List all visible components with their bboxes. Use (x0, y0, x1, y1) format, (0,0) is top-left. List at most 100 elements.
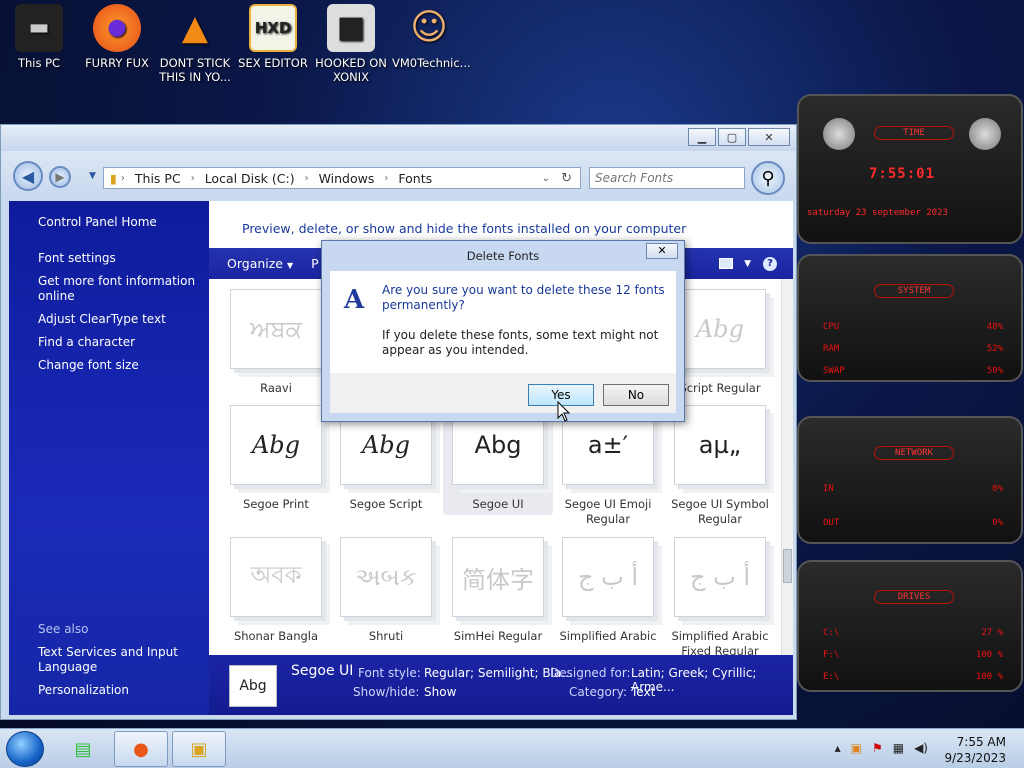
view-options-icon[interactable] (719, 258, 733, 269)
mouse-cursor-icon (557, 401, 571, 422)
breadcrumb-this-pc[interactable]: This PC (125, 171, 191, 186)
desktop-icon-this-pc[interactable]: ▬ This PC (2, 4, 76, 70)
sidebar-personalization[interactable]: Personalization (38, 683, 203, 698)
start-button[interactable] (6, 731, 44, 767)
sidebar-control-panel-home[interactable]: Control Panel Home (38, 215, 203, 230)
font-tile-simplified-arabic[interactable]: أ ب ج Simplified Arabic (553, 537, 663, 644)
selected-font-preview: Abg (229, 665, 277, 707)
desktop-icon-hooked-on-xonix[interactable]: ■ HOOKED ON XONIX (314, 4, 388, 84)
volume-icon[interactable]: ◀) (914, 741, 928, 755)
font-name: Simplified Arabic Fixed Regular (671, 629, 769, 655)
font-tile-shruti[interactable]: અબક Shruti (331, 537, 441, 644)
taskbar-file-explorer[interactable]: ▣ (172, 731, 226, 767)
user-avatar-icon: ☺ (410, 7, 448, 48)
font-tile-segoe-ui-symbol[interactable]: aµ„ Segoe UI Symbol Regular (665, 405, 775, 527)
vertical-scrollbar[interactable] (781, 279, 793, 655)
toolbar-partial-item[interactable]: P (293, 256, 319, 271)
dialog-message: If you delete these fonts, some text mig… (382, 328, 659, 357)
taskbar-clock[interactable]: 7:55 AM 9/23/2023 (944, 734, 1006, 766)
folder-icon: ▮ (110, 170, 117, 186)
sidebar-font-settings[interactable]: Font settings (38, 251, 203, 266)
font-tile-simplified-arabic-fixed[interactable]: أ ب ج Simplified Arabic Fixed Regular (665, 537, 775, 655)
search-input[interactable] (589, 167, 745, 189)
folder-icon: ▣ (190, 738, 208, 760)
close-button[interactable]: ✕ (748, 128, 790, 146)
breadcrumb-local-disk[interactable]: Local Disk (C:) (195, 171, 305, 186)
font-preview: aµ„ (674, 405, 766, 485)
taskbar-date: 9/23/2023 (944, 751, 1006, 765)
view-chevron-down-icon[interactable]: ▼ (744, 259, 751, 269)
window-titlebar[interactable]: ▁ ▢ ✕ (1, 125, 796, 151)
action-center-flag-icon[interactable]: ⚑ (872, 741, 883, 755)
hex-editor-icon: HXD (249, 4, 297, 52)
close-icon: ✕ (764, 130, 774, 144)
desktop-icon-label: This PC (17, 56, 61, 70)
alien-head-icon (969, 118, 1001, 150)
network-gadget: NETWORK IN 0% OUT 0% (797, 416, 1023, 544)
time-title: TIME (874, 126, 954, 140)
refresh-icon[interactable]: ↻ (561, 171, 572, 186)
font-name: Segoe Script (349, 497, 423, 511)
back-arrow-icon: ◀ (21, 166, 35, 186)
breadcrumb-windows[interactable]: Windows (309, 171, 385, 186)
network-icon[interactable]: ▦ (893, 741, 904, 755)
show-hidden-icons-icon[interactable]: ▴ (835, 741, 841, 755)
drives-title: DRIVES (874, 590, 954, 604)
taskbar-firefox[interactable]: ● (114, 731, 168, 767)
organize-menu[interactable]: Organize ▼ (209, 256, 293, 271)
desktop-icon-sex-editor[interactable]: HXD SEX EDITOR (236, 4, 310, 70)
help-icon[interactable]: ? (763, 256, 777, 271)
font-preview: Abg (674, 289, 766, 369)
font-name: Segoe UI Emoji Regular (564, 497, 652, 526)
sidebar-text-services[interactable]: Text Services and Input Language (38, 645, 203, 675)
back-button[interactable]: ◀ (13, 161, 43, 191)
font-preview: Abg (230, 405, 322, 485)
category-label: Category: (569, 685, 627, 699)
desktop-icon-dont-stick[interactable]: ▲ DONT STICK THIS IN YO... (158, 4, 232, 84)
font-tile-raavi[interactable]: ਅਬਕ Raavi (221, 289, 331, 396)
font-name: Shruti (368, 629, 404, 643)
gadget-clock: 7:55:01 (869, 166, 936, 182)
search-button[interactable]: ⚲ (751, 161, 785, 195)
desktop-icon-label: DONT STICK THIS IN YO... (159, 56, 231, 84)
font-preview: অবক (230, 537, 322, 617)
recent-pages-chevron-icon[interactable]: ▼ (89, 171, 96, 181)
desktop-icon-label: HOOKED ON XONIX (315, 56, 387, 84)
system-tray: ▴ ▣ ⚑ ▦ ◀) (835, 741, 928, 755)
dialog-close-button[interactable]: ✕ (646, 243, 678, 259)
sidebar-find-character[interactable]: Find a character (38, 335, 203, 350)
dialog-question: Are you sure you want to delete these 12… (382, 283, 665, 312)
font-tile-simhei[interactable]: 简体字 SimHei Regular (443, 537, 553, 644)
sidebar-adjust-cleartype[interactable]: Adjust ClearType text (38, 312, 203, 327)
minimize-button[interactable]: ▁ (688, 128, 716, 146)
designed-for-value: Latin; Greek; Cyrillic; Arme... (631, 666, 757, 694)
desktop-icon-vm0technic[interactable]: ☺ VM0Technic... (392, 4, 471, 71)
font-tile-segoe-ui-emoji[interactable]: a±′ Segoe UI Emoji Regular (553, 405, 663, 527)
font-file-icon: A (344, 285, 365, 315)
forward-button[interactable]: ▶ (49, 166, 71, 188)
address-bar[interactable]: ▮ › This PC › Local Disk (C:) › Windows … (103, 167, 581, 189)
address-dropdown-icon[interactable]: ⌄ (542, 173, 550, 184)
address-row: ◀ ▶ ▼ ▮ › This PC › Local Disk (C:) › Wi… (1, 151, 796, 199)
taskbar-time: 7:55 AM (956, 735, 1006, 749)
no-button[interactable]: No (603, 384, 669, 406)
font-preview: أ ب ج (674, 537, 766, 617)
scrollbar-thumb[interactable] (783, 549, 792, 583)
font-tile-shonar-bangla[interactable]: অবক Shonar Bangla (221, 537, 331, 644)
drive-row: F:\ 100 % (823, 650, 1003, 660)
font-tile-segoe-print[interactable]: Abg Segoe Print (221, 405, 331, 512)
sidebar-change-font-size[interactable]: Change font size (38, 358, 203, 373)
selected-font-name: Segoe UI (291, 663, 354, 679)
category-value: Text (631, 685, 656, 699)
sidebar-more-font-info[interactable]: Get more font information online (38, 274, 203, 304)
cpu-row: CPU 48% (823, 322, 1003, 332)
breadcrumb-fonts[interactable]: Fonts (388, 171, 442, 186)
taskbar-notes-app[interactable]: ▤ (56, 731, 110, 767)
system-gadget: SYSTEM CPU 48% RAM 52% SWAP 50% (797, 254, 1023, 382)
desktop-icon-furry-fux[interactable]: ● FURRY FUX (80, 4, 154, 70)
app-tray-icon[interactable]: ▣ (851, 741, 862, 755)
time-gadget: TIME 7:55:01 saturday 23 september 2023 (797, 94, 1023, 244)
font-name: Segoe Print (243, 497, 309, 511)
forward-arrow-icon: ▶ (55, 170, 65, 184)
maximize-button[interactable]: ▢ (718, 128, 746, 146)
